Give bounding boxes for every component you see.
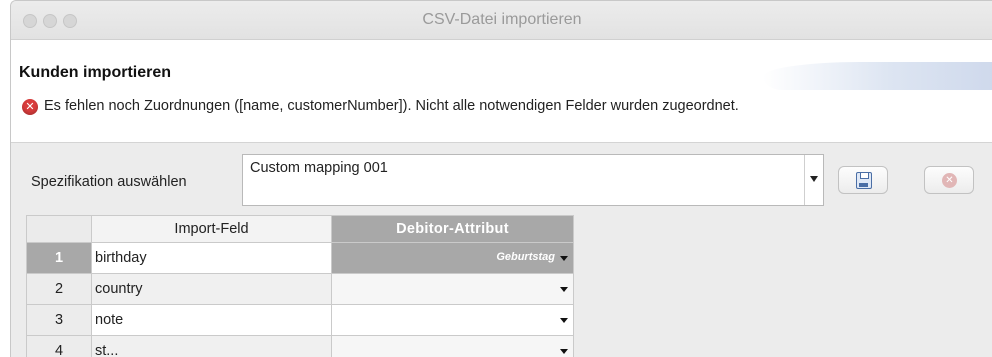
- import-field-cell[interactable]: note: [92, 305, 332, 336]
- table-row[interactable]: 1 birthday Geburtstag: [27, 243, 574, 274]
- row-number: 3: [27, 305, 92, 336]
- error-message: Es fehlen noch Zuordnungen ([name, custo…: [32, 97, 772, 116]
- row-number: 2: [27, 274, 92, 305]
- header-decoration: [763, 62, 992, 90]
- attribute-select[interactable]: [332, 336, 574, 357]
- delete-icon: ✕: [942, 173, 957, 188]
- spec-selected-value: Custom mapping 001: [250, 160, 388, 176]
- chevron-down-icon: [560, 287, 568, 292]
- mapping-table: Import-Feld Debitor-Attribut 1 birthday …: [26, 215, 574, 357]
- row-number: 4: [27, 336, 92, 357]
- title-bar: CSV-Datei importieren: [11, 1, 992, 40]
- chevron-down-icon: [560, 318, 568, 323]
- dialog-header: Kunden importieren ✕ Es fehlen noch Zuor…: [11, 40, 992, 143]
- save-icon: [856, 172, 872, 189]
- attribute-select[interactable]: Geburtstag: [332, 243, 574, 274]
- chevron-down-icon: [560, 349, 568, 354]
- debtor-attribute-header[interactable]: Debitor-Attribut: [332, 216, 574, 243]
- table-row[interactable]: 2 country: [27, 274, 574, 305]
- table-row[interactable]: 4 st...: [27, 336, 574, 357]
- attribute-select[interactable]: [332, 274, 574, 305]
- row-number-header: [27, 216, 92, 243]
- page-title: Kunden importieren: [19, 64, 171, 82]
- spec-dropdown[interactable]: Custom mapping 001: [242, 154, 824, 206]
- table-header-row: Import-Feld Debitor-Attribut: [27, 216, 574, 243]
- window-title: CSV-Datei importieren: [11, 1, 992, 39]
- import-field-cell[interactable]: birthday: [92, 243, 332, 274]
- save-spec-button[interactable]: [838, 166, 888, 194]
- import-field-cell[interactable]: country: [92, 274, 332, 305]
- chevron-down-icon: [810, 176, 818, 182]
- spec-dropdown-toggle[interactable]: [804, 155, 823, 205]
- table-row[interactable]: 3 note: [27, 305, 574, 336]
- attribute-value: Geburtstag: [496, 251, 555, 263]
- import-field-header[interactable]: Import-Feld: [92, 216, 332, 243]
- import-dialog-window: CSV-Datei importieren Kunden importieren…: [10, 0, 992, 357]
- chevron-down-icon: [560, 256, 568, 261]
- import-field-cell[interactable]: st...: [92, 336, 332, 357]
- row-number: 1: [27, 243, 92, 274]
- spec-label: Spezifikation auswählen: [31, 174, 187, 190]
- delete-spec-button[interactable]: ✕: [924, 166, 974, 194]
- attribute-select[interactable]: [332, 305, 574, 336]
